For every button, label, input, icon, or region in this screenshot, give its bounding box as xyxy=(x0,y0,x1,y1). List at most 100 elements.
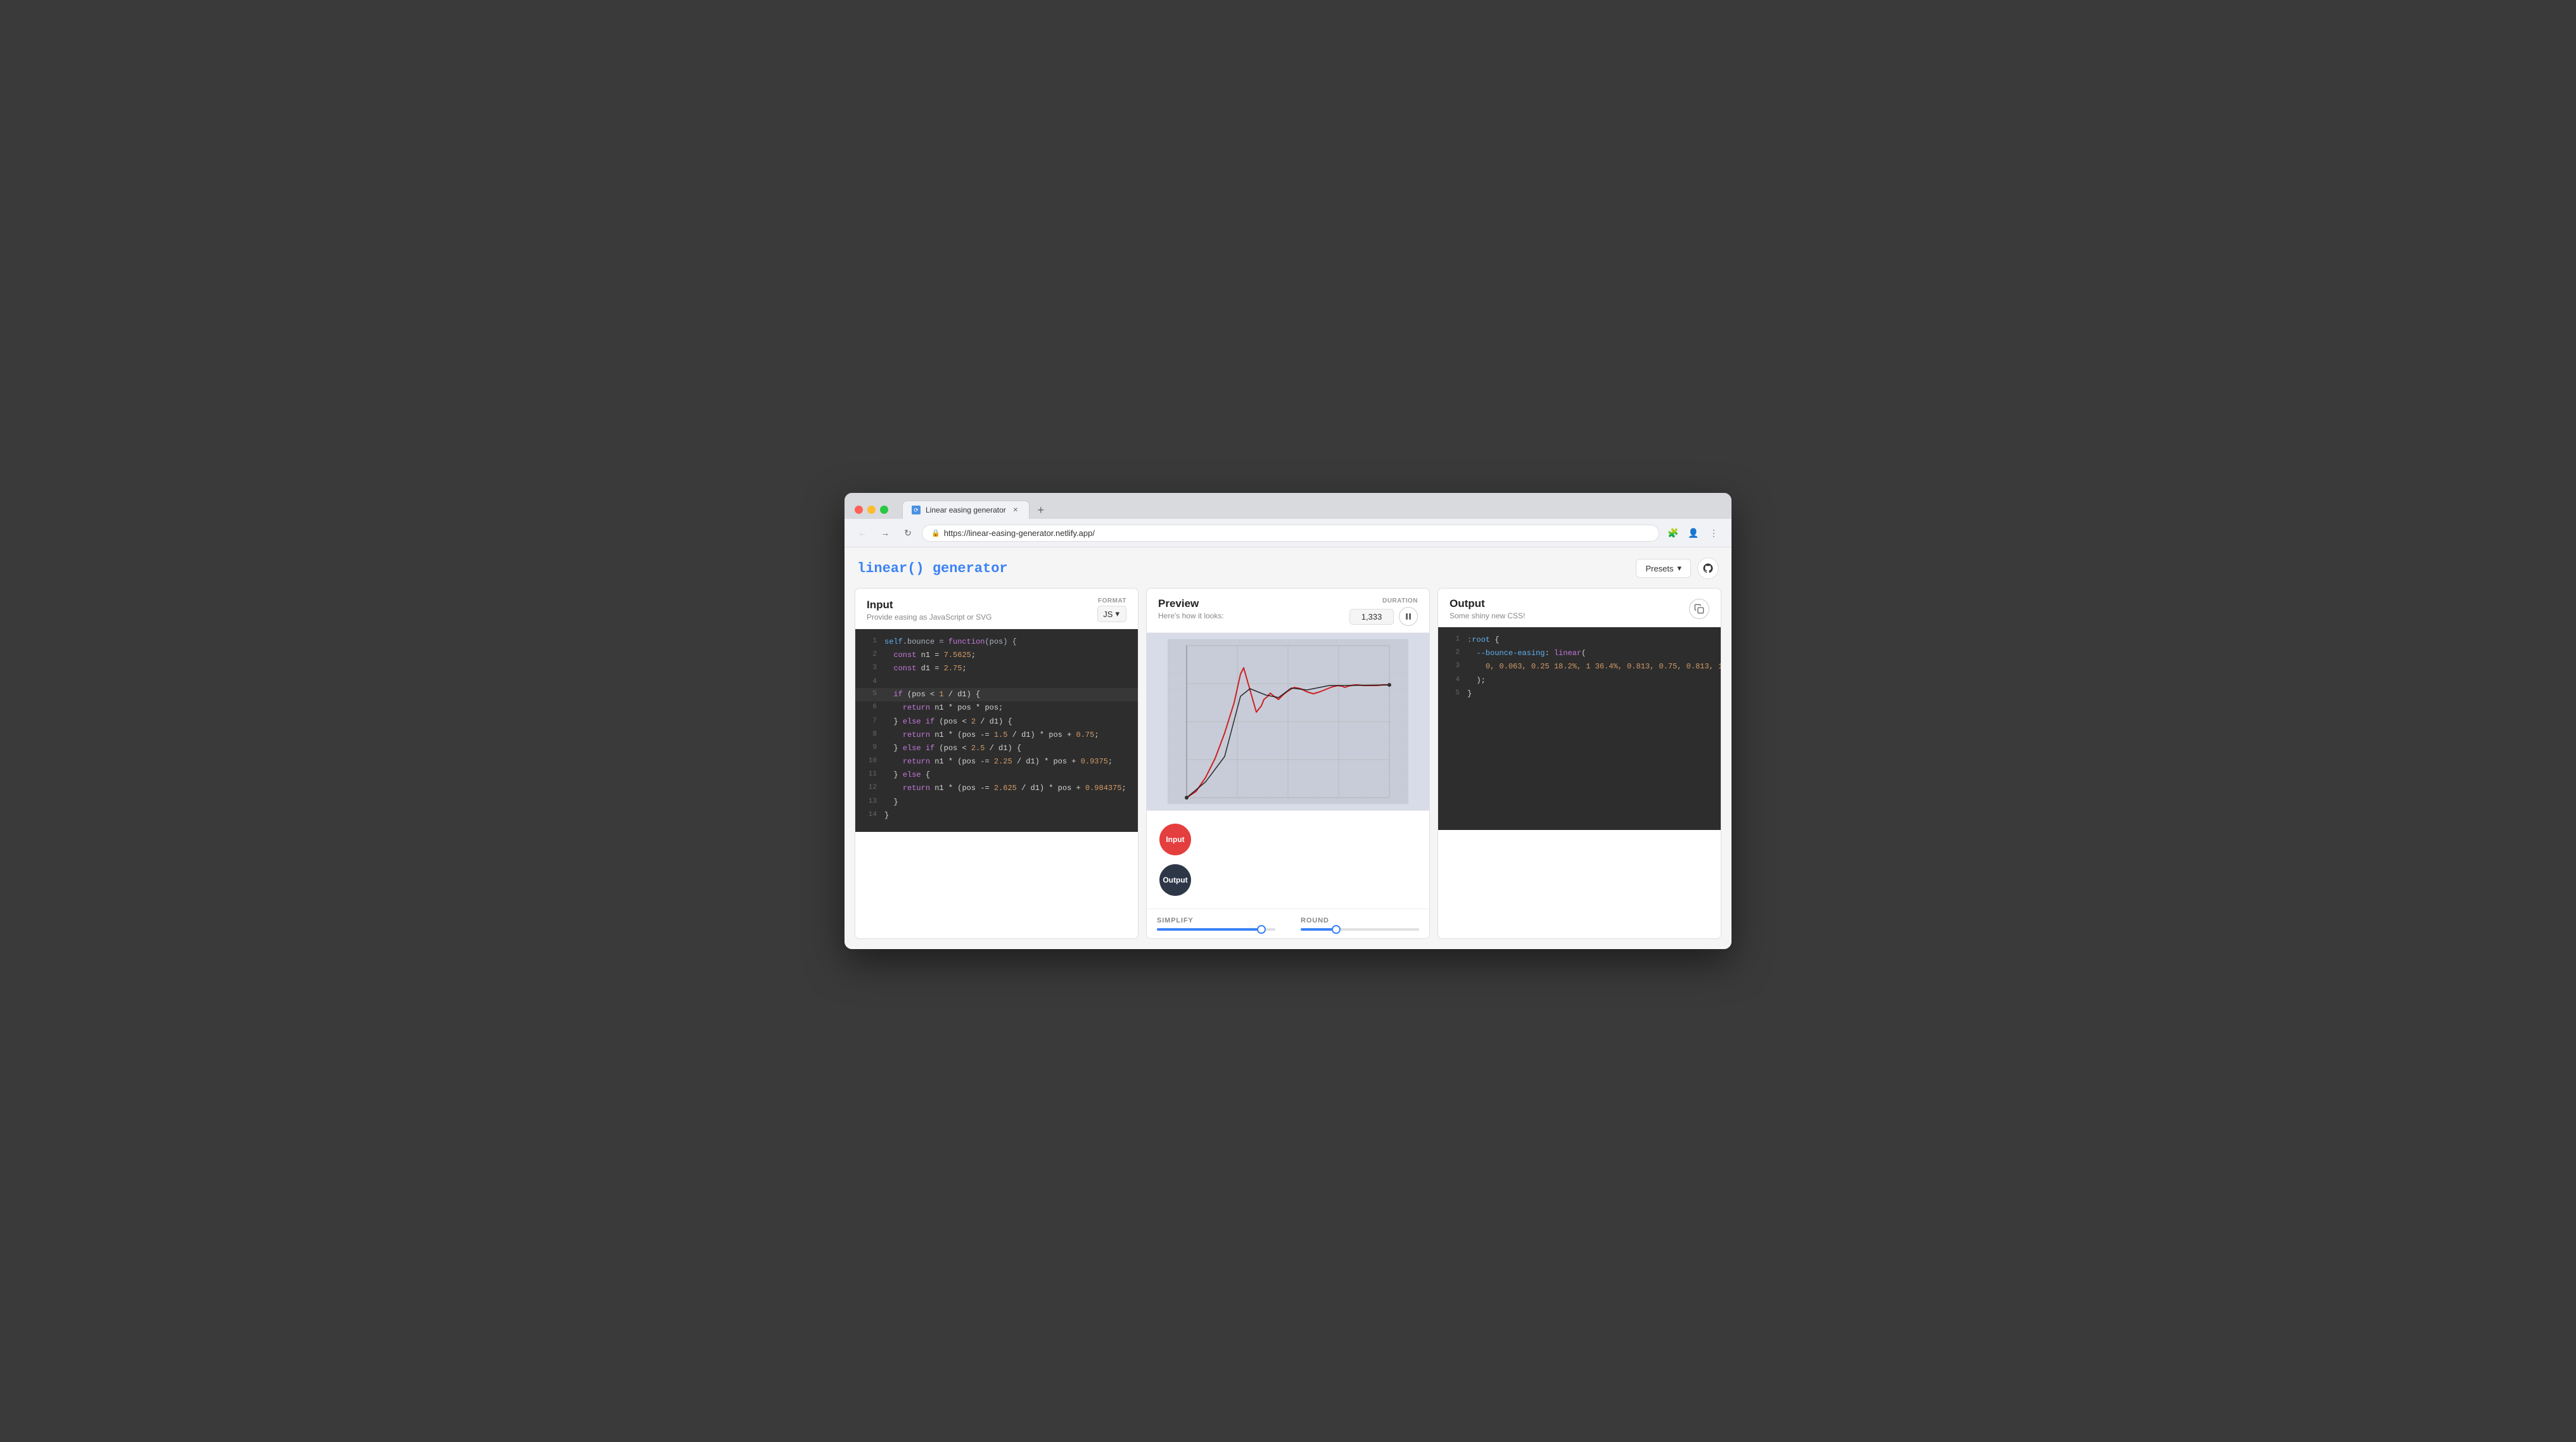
code-line-4: 4 xyxy=(855,676,1138,689)
format-value: JS xyxy=(1103,609,1113,619)
input-ball-label: Input xyxy=(1166,835,1184,844)
github-button[interactable] xyxy=(1697,558,1719,579)
simplify-thumb[interactable] xyxy=(1257,925,1266,934)
format-label: FORMAT xyxy=(1098,597,1126,604)
sliders-row: SIMPLIFY ROUND xyxy=(1147,909,1429,938)
presets-label: Presets xyxy=(1645,564,1673,573)
out-line-5: 5 } xyxy=(1438,687,1721,701)
preview-panel-title: Preview xyxy=(1158,597,1224,610)
output-panel-header: Output Some shiny new CSS! xyxy=(1438,589,1721,627)
graph-container xyxy=(1147,633,1429,810)
app-header: linear() generator Presets ▾ xyxy=(855,558,1721,579)
format-select[interactable]: JS ▾ xyxy=(1097,606,1126,622)
simplify-fill xyxy=(1157,928,1261,931)
code-line-10: 10 return n1 * (pos -= 2.25 / d1) * pos … xyxy=(855,755,1138,769)
tab-favicon: ⟳ xyxy=(912,506,921,514)
nav-bar: ← → ↻ 🔒 https://linear-easing-generator.… xyxy=(845,519,1731,547)
app-logo: linear() generator xyxy=(857,561,1008,577)
code-line-1: 1 self.bounce = function(pos) { xyxy=(855,635,1138,649)
title-bar: ⟳ Linear easing generator ✕ + xyxy=(845,493,1731,519)
url-bar[interactable]: 🔒 https://linear-easing-generator.netlif… xyxy=(922,525,1659,542)
input-panel-title-group: Input Provide easing as JavaScript or SV… xyxy=(867,599,992,622)
out-line-3: 3 0, 0.063, 0.25 18.2%, 1 36.4%, 0.813, … xyxy=(1438,660,1721,673)
profile-button[interactable]: 👤 xyxy=(1685,524,1702,542)
output-panel-title: Output xyxy=(1450,597,1525,610)
output-ball-row: Output xyxy=(1159,864,1417,896)
tab-title: Linear easing generator xyxy=(926,506,1006,514)
code-line-11: 11 } else { xyxy=(855,769,1138,782)
code-line-7: 7 } else if (pos < 2 / d1) { xyxy=(855,715,1138,729)
traffic-lights xyxy=(855,506,888,514)
out-line-2: 2 --bounce-easing: linear( xyxy=(1438,647,1721,660)
forward-button[interactable]: → xyxy=(876,524,894,542)
code-line-8: 8 return n1 * (pos -= 1.5 / d1) * pos + … xyxy=(855,729,1138,742)
code-line-13: 13 } xyxy=(855,796,1138,809)
tab-bar: ⟳ Linear easing generator ✕ + xyxy=(902,501,1701,519)
format-selector: FORMAT JS ▾ xyxy=(1097,597,1126,622)
code-line-6: 6 return n1 * pos * pos; xyxy=(855,701,1138,715)
play-pause-button[interactable] xyxy=(1399,607,1418,626)
active-tab[interactable]: ⟳ Linear easing generator ✕ xyxy=(902,501,1030,519)
round-label: ROUND xyxy=(1301,917,1419,924)
simplify-slider-group: SIMPLIFY xyxy=(1157,917,1275,931)
minimize-button[interactable] xyxy=(867,506,876,514)
preview-panel-title-group: Preview Here's how it looks: xyxy=(1158,597,1224,620)
reload-button[interactable]: ↻ xyxy=(899,524,917,542)
input-ball: Input xyxy=(1159,824,1191,855)
preview-panel-header: Preview Here's how it looks: DURATION xyxy=(1147,589,1429,633)
chevron-down-icon: ▾ xyxy=(1677,563,1681,573)
animation-preview: Input Output xyxy=(1147,810,1429,909)
github-icon xyxy=(1702,563,1714,574)
output-ball-label: Output xyxy=(1163,876,1187,884)
app-content: linear() generator Presets ▾ Inp xyxy=(845,547,1731,949)
output-panel-title-group: Output Some shiny new CSS! xyxy=(1450,597,1525,620)
code-line-2: 2 const n1 = 7.5625; xyxy=(855,649,1138,662)
code-editor[interactable]: 1 self.bounce = function(pos) { 2 const … xyxy=(855,629,1138,832)
output-ball: Output xyxy=(1159,864,1191,896)
back-button[interactable]: ← xyxy=(853,524,871,542)
output-panel-subtitle: Some shiny new CSS! xyxy=(1450,611,1525,620)
panels-container: Input Provide easing as JavaScript or SV… xyxy=(855,588,1721,939)
tab-close-button[interactable]: ✕ xyxy=(1011,506,1020,514)
input-panel: Input Provide easing as JavaScript or SV… xyxy=(855,588,1138,939)
input-panel-subtitle: Provide easing as JavaScript or SVG xyxy=(867,613,992,622)
code-line-5: 5 if (pos < 1 / d1) { xyxy=(855,688,1138,701)
duration-control: DURATION xyxy=(1349,597,1418,626)
code-line-14: 14 } xyxy=(855,809,1138,822)
round-fill xyxy=(1301,928,1336,931)
nav-actions: 🧩 👤 ⋮ xyxy=(1664,524,1723,542)
duration-input[interactable] xyxy=(1349,609,1394,625)
copy-button[interactable] xyxy=(1689,599,1709,619)
round-slider[interactable] xyxy=(1301,928,1419,931)
easing-graph xyxy=(1153,639,1423,804)
duration-row xyxy=(1349,607,1418,626)
close-button[interactable] xyxy=(855,506,863,514)
code-line-3: 3 const d1 = 2.75; xyxy=(855,662,1138,675)
out-line-1: 1 :root { xyxy=(1438,634,1721,647)
round-thumb[interactable] xyxy=(1332,925,1341,934)
output-panel: Output Some shiny new CSS! 1 :root { xyxy=(1438,588,1721,939)
new-tab-button[interactable]: + xyxy=(1032,501,1050,519)
input-panel-header: Input Provide easing as JavaScript or SV… xyxy=(855,589,1138,629)
out-line-4: 4 ); xyxy=(1438,674,1721,687)
input-ball-row: Input xyxy=(1159,824,1417,855)
maximize-button[interactable] xyxy=(880,506,888,514)
code-line-12: 12 return n1 * (pos -= 2.625 / d1) * pos… xyxy=(855,782,1138,795)
extensions-button[interactable]: 🧩 xyxy=(1664,524,1682,542)
lock-icon: 🔒 xyxy=(931,529,940,537)
code-line-9: 9 } else if (pos < 2.5 / d1) { xyxy=(855,742,1138,755)
output-code: 1 :root { 2 --bounce-easing: linear( 3 0… xyxy=(1438,627,1721,830)
presets-button[interactable]: Presets ▾ xyxy=(1636,559,1691,578)
header-actions: Presets ▾ xyxy=(1636,558,1719,579)
menu-button[interactable]: ⋮ xyxy=(1705,524,1723,542)
preview-panel-subtitle: Here's how it looks: xyxy=(1158,611,1224,620)
simplify-label: SIMPLIFY xyxy=(1157,917,1275,924)
input-panel-title: Input xyxy=(867,599,992,611)
format-chevron-icon: ▾ xyxy=(1115,609,1119,619)
pause-icon xyxy=(1405,613,1412,620)
simplify-slider[interactable] xyxy=(1157,928,1275,931)
duration-label: DURATION xyxy=(1382,597,1418,604)
round-slider-group: ROUND xyxy=(1301,917,1419,931)
copy-icon xyxy=(1694,604,1704,614)
preview-panel: Preview Here's how it looks: DURATION xyxy=(1146,588,1430,939)
